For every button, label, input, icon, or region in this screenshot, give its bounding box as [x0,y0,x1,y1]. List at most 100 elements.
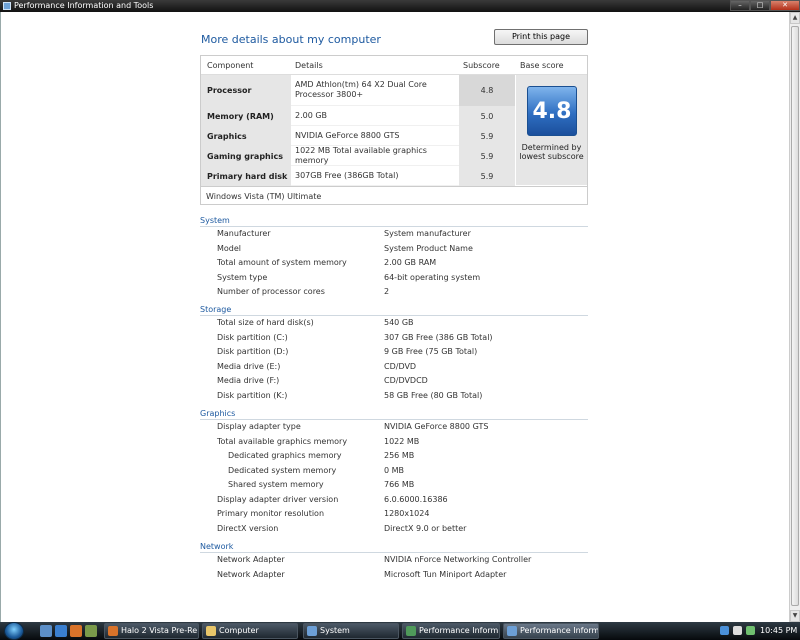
detail-row: Media drive (F:) CD/DVDCD [200,374,588,389]
detail-row: Total available graphics memory 1022 MB [200,435,588,450]
taskbar-item-label: System [320,626,350,635]
detail-row: Disk partition (D:) 9 GB Free (75 GB Tota… [200,345,588,360]
detail-row: Primary monitor resolution 1280x1024 [200,507,588,522]
detail-label: Total amount of system memory [217,258,347,267]
taskbar-item-halo2[interactable]: Halo 2 Vista Pre-Rel... [104,623,199,639]
detail-value: NVIDIA nForce Networking Controller [384,555,532,564]
header-component: Component [207,61,254,70]
detail-value: DirectX 9.0 or better [384,523,467,533]
detail-row: System type 64-bit operating system [200,271,588,286]
network-tray-icon[interactable] [720,626,729,635]
header-subscore: Subscore [463,61,500,70]
detail-row: Dedicated system memory 0 MB [200,464,588,479]
close-button[interactable]: ✕ [770,0,800,11]
minimize-button[interactable]: – [730,0,750,11]
detail-label: Disk partition (C:) [217,332,288,342]
subscore-value: 5.9 [459,146,515,166]
tray-icon[interactable] [746,626,755,635]
os-edition: Windows Vista (TM) Ultimate [201,186,587,205]
taskbar-item-label: Performance Inform... [520,626,599,635]
component-details: 1022 MB Total available graphics memory [291,146,459,166]
detail-label: DirectX version [217,523,279,533]
clock[interactable]: 10:45 PM [760,626,797,635]
detail-value: 766 MB [384,480,415,489]
vertical-scrollbar[interactable]: ▲ ▼ [789,12,800,622]
component-details: 307GB Free (386GB Total) [291,166,459,186]
taskbar-item-performance-2[interactable]: Performance Inform... [503,623,599,639]
taskbar-item-system[interactable]: System [303,623,399,639]
detail-label: Disk partition (K:) [217,390,288,400]
scroll-up-button[interactable]: ▲ [790,12,800,24]
detail-value: CD/DVDCD [384,376,428,385]
taskbar-item-label: Computer [219,626,259,635]
detail-row: Model System Product Name [200,242,588,257]
detail-label: Number of processor cores [217,287,325,296]
component-details: 2.00 GB [291,106,459,126]
internet-explorer-icon[interactable] [55,625,67,637]
detail-value: System manufacturer [384,229,471,238]
header-base-score: Base score [520,61,564,70]
subscore-value: 4.8 [459,75,515,106]
score-table-header: Component Details Subscore Base score [201,56,587,75]
detail-row: Display adapter driver version 6.0.6000.1… [200,493,588,508]
performance-app-icon [3,2,11,10]
taskbar-item-computer[interactable]: Computer [202,623,298,639]
detail-value: 540 GB [384,318,414,327]
section-title-network: Network [200,541,588,553]
detail-row: Number of processor cores 2 [200,285,588,300]
detail-label: Display adapter type [217,422,301,431]
component-label: Processor [201,75,291,106]
scroll-down-button[interactable]: ▼ [790,610,800,622]
performance-icon [406,626,416,636]
arrow-down-icon: ▼ [792,612,798,619]
subscore-value: 5.9 [459,126,515,146]
detail-value: Microsoft Tun Miniport Adapter [384,569,507,579]
detail-label: Media drive (E:) [217,361,281,371]
halo-app-icon [108,626,118,636]
detail-value: 307 GB Free (386 GB Total) [384,332,493,342]
firefox-icon[interactable] [70,625,82,637]
detail-value: 6.0.6000.16386 [384,494,448,504]
component-label: Memory (RAM) [201,106,291,126]
detail-label: Media drive (F:) [217,376,280,385]
detail-label: Dedicated system memory [228,465,337,475]
detail-value: CD/DVD [384,361,417,371]
detail-row: DirectX version DirectX 9.0 or better [200,522,588,537]
detail-label: Network Adapter [217,569,285,579]
title-bar[interactable]: Performance Information and Tools – □ ✕ [0,0,800,12]
detail-label: Disk partition (D:) [217,347,289,356]
detail-label: Primary monitor resolution [217,509,325,518]
taskbar-item-performance-1[interactable]: Performance Inform... [402,623,500,639]
taskbar-item-label: Performance Inform... [419,626,500,635]
detail-row: Shared system memory 766 MB [200,478,588,493]
volume-tray-icon[interactable] [733,626,742,635]
detail-row: Network Adapter Microsoft Tun Miniport Ad… [200,568,588,583]
detail-value: 64-bit operating system [384,272,481,282]
base-score-value: 4.8 [532,99,572,124]
folder-icon [206,626,216,636]
maximize-icon: □ [756,1,764,9]
start-button[interactable] [4,622,24,640]
detail-row: Total amount of system memory 2.00 GB RAM [200,256,588,271]
show-desktop-icon[interactable] [40,625,52,637]
detail-value: NVIDIA GeForce 8800 GTS [384,422,489,431]
detail-value: 1022 MB [384,436,420,446]
detail-value: 1280x1024 [384,509,430,518]
detail-row: Dedicated graphics memory 256 MB [200,449,588,464]
maximize-button[interactable]: □ [750,0,770,11]
component-label: Primary hard disk [201,166,291,186]
score-table: Component Details Subscore Base score Pr… [200,55,588,205]
component-label: Graphics [201,126,291,146]
component-details: AMD Athlon(tm) 64 X2 Dual Core Processor… [291,75,459,106]
taskbar-item-label: Halo 2 Vista Pre-Rel... [121,626,199,635]
minimize-icon: – [738,1,742,9]
subscore-value: 5.9 [459,166,515,186]
graphics-section: Graphics Display adapter type NVIDIA GeFo… [200,408,588,536]
quick-launch-icon[interactable] [85,625,97,637]
detail-label: Manufacturer [217,229,271,238]
scroll-thumb[interactable] [791,26,799,606]
section-title-system: System [200,215,588,227]
detail-label: Display adapter driver version [217,494,339,504]
print-page-button[interactable]: Print this page [494,29,588,45]
detail-row: Total size of hard disk(s) 540 GB [200,316,588,331]
